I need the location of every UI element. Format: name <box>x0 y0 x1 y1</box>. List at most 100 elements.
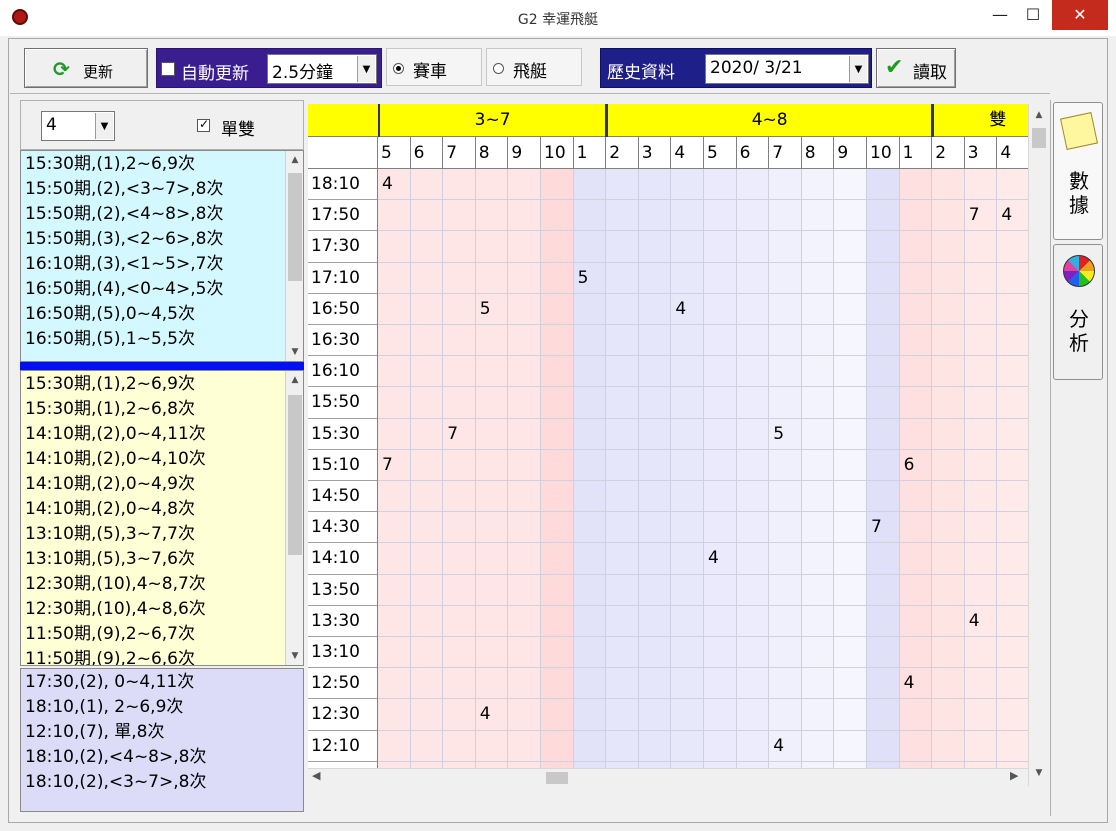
list-item[interactable]: 12:30期,(10),4~8,7次 <box>25 572 206 597</box>
close-button[interactable]: ✕ <box>1052 0 1108 30</box>
scroll-thumb[interactable] <box>1032 128 1046 148</box>
radio-car[interactable] <box>393 63 404 74</box>
list-item[interactable]: 15:30期,(1),2~6,9次 <box>25 152 195 177</box>
list-item[interactable]: 12:30期,(10),4~8,6次 <box>25 597 206 622</box>
interval-select[interactable]: 2.5分鐘 ▼ <box>267 54 377 84</box>
grid-cell-value[interactable]: 6 <box>900 450 933 481</box>
list-item[interactable]: 18:10,(2),<4~8>,8次 <box>25 745 206 770</box>
column-header[interactable]: 1 <box>573 137 607 169</box>
column-header[interactable]: 6 <box>736 137 770 169</box>
scroll-thumb[interactable] <box>288 395 302 555</box>
grid-cell-value[interactable]: 5 <box>769 419 802 450</box>
scroll-down-icon[interactable]: ▼ <box>286 347 303 357</box>
grid-cell-value[interactable]: 4 <box>704 543 737 574</box>
scroll-thumb[interactable] <box>288 173 302 281</box>
list-item[interactable]: 15:50期,(3),<2~6>,8次 <box>25 227 223 252</box>
cyan-list-scrollbar[interactable]: ▲ ▼ <box>285 151 303 361</box>
grid-cell-value[interactable]: 4 <box>671 294 704 325</box>
tab-data[interactable]: 數據 <box>1053 102 1103 240</box>
list-item[interactable]: 17:30,(2), 0~4,11次 <box>25 670 194 695</box>
lavender-result-list[interactable]: 18:10,(2),<3~7>,8次 18:10,(2),<4~8>,8次 12:1… <box>20 668 304 812</box>
list-item[interactable]: 18:10,(2),<3~7>,8次 <box>25 770 206 795</box>
column-header[interactable]: 10 <box>541 137 574 169</box>
maximize-button[interactable]: ☐ <box>1018 0 1048 30</box>
grid-cell-value[interactable]: 4 <box>900 668 933 699</box>
yellow-list-scrollbar[interactable]: ▲ ▼ <box>285 371 303 665</box>
grid-cell-value[interactable]: 4 <box>378 169 411 200</box>
column-header[interactable]: 7 <box>443 137 476 169</box>
history-date-picker[interactable]: 2020/ 3/21 ▼ <box>705 54 869 84</box>
chevron-down-icon[interactable]: ▼ <box>849 56 867 82</box>
scroll-down-icon[interactable]: ▼ <box>286 651 303 661</box>
list-item[interactable]: 16:50期,(4),<0~4>,5次 <box>25 277 223 302</box>
column-header[interactable]: 3 <box>638 137 672 169</box>
grid-cell-value[interactable]: 7 <box>378 450 411 481</box>
yellow-result-list[interactable]: 11:50期,(9),2~6,6次 11:50期,(9),2~6,7次 12:30期… <box>20 370 304 666</box>
grid-cell-value[interactable]: 5 <box>476 294 509 325</box>
count-select[interactable]: 4 ▼ <box>41 111 115 141</box>
scroll-up-icon[interactable]: ▲ <box>1029 110 1049 120</box>
list-item[interactable]: 14:10期,(2),0~4,11次 <box>25 422 206 447</box>
column-header[interactable]: 6 <box>410 137 444 169</box>
minimize-button[interactable]: — <box>985 0 1015 30</box>
list-item[interactable]: 15:30期,(1),2~6,9次 <box>25 372 195 397</box>
column-header[interactable]: 8 <box>801 137 835 169</box>
refresh-button[interactable]: ⟳ 更新 <box>24 48 148 88</box>
auto-update-checkbox[interactable] <box>161 62 175 76</box>
column-header[interactable]: 2 <box>606 137 639 169</box>
grid-cell-value[interactable]: 7 <box>965 200 998 231</box>
radio-boat[interactable] <box>493 63 504 74</box>
list-divider[interactable] <box>20 362 304 370</box>
column-header[interactable]: 2 <box>932 137 965 169</box>
grid-cell-value[interactable]: 4 <box>769 731 802 762</box>
column-header[interactable]: 1 <box>899 137 933 169</box>
grid-horizontal-scrollbar[interactable]: ◀ ▶ <box>308 768 1028 786</box>
data-grid[interactable]: 18:10 4 17:50 7 4 17:30 17:10 5 16:50 5 4 16:30 16:1… <box>308 104 1028 768</box>
grid-cell-value[interactable]: 4 <box>476 699 509 730</box>
list-item[interactable]: 13:10期,(5),3~7,6次 <box>25 547 195 572</box>
column-header[interactable]: 5 <box>704 137 737 169</box>
chevron-down-icon[interactable]: ▼ <box>357 56 375 82</box>
grid-cell-value[interactable]: 4 <box>965 606 998 637</box>
column-header[interactable]: 4 <box>671 137 704 169</box>
list-item[interactable]: 15:50期,(2),<4~8>,8次 <box>25 202 223 227</box>
grid-cell-value[interactable]: 7 <box>867 512 900 543</box>
list-item[interactable]: 11:50期,(9),2~6,6次 <box>25 647 195 665</box>
list-item[interactable]: 13:10期,(5),3~7,7次 <box>25 522 195 547</box>
tab-analysis[interactable]: 分析 <box>1053 244 1103 380</box>
list-item[interactable]: 16:10期,(3),<1~5>,7次 <box>25 252 223 277</box>
list-item[interactable]: 18:10,(1), 2~6,9次 <box>25 695 183 720</box>
list-item[interactable]: 15:30期,(1),2~6,8次 <box>25 397 195 422</box>
grid-cell-value[interactable]: 4 <box>997 200 1028 231</box>
scroll-thumb[interactable] <box>546 772 568 784</box>
list-item[interactable]: 16:50期,(5),1~5,5次 <box>25 327 195 352</box>
column-header[interactable]: 8 <box>475 137 509 169</box>
chevron-down-icon[interactable]: ▼ <box>95 113 113 139</box>
list-item[interactable]: 14:10期,(2),0~4,10次 <box>25 447 206 472</box>
scroll-up-icon[interactable]: ▲ <box>286 155 303 165</box>
grid-cell-value[interactable]: 7 <box>443 419 476 450</box>
column-header[interactable]: 10 <box>867 137 900 169</box>
column-header[interactable]: 9 <box>834 137 867 169</box>
radio-boat-option[interactable]: 飛艇 <box>486 48 582 86</box>
list-item[interactable]: 14:10期,(2),0~4,8次 <box>25 497 195 522</box>
scroll-left-icon[interactable]: ◀ <box>312 769 320 782</box>
cyan-result-list[interactable]: 16:50期,(5),1~5,5次 16:50期,(5),0~4,5次 16:50期… <box>20 150 304 362</box>
list-item[interactable]: 12:10,(7), 單,8次 <box>25 720 165 745</box>
column-header[interactable]: 5 <box>378 137 411 169</box>
list-item[interactable]: 15:50期,(2),<3~7>,8次 <box>25 177 223 202</box>
list-item[interactable]: 11:50期,(9),2~6,7次 <box>25 622 195 647</box>
scroll-down-icon[interactable]: ▼ <box>1029 768 1049 778</box>
column-header[interactable]: 9 <box>508 137 541 169</box>
column-header[interactable]: 7 <box>769 137 802 169</box>
read-button[interactable]: ✔ 讀取 <box>876 48 956 88</box>
grid-cell-value[interactable]: 5 <box>574 263 607 294</box>
scroll-right-icon[interactable]: ▶ <box>1010 769 1018 782</box>
odd-even-checkbox[interactable]: ✓ <box>197 117 210 132</box>
radio-car-option[interactable]: 賽車 <box>386 48 482 86</box>
column-header[interactable]: 3 <box>964 137 998 169</box>
scroll-up-icon[interactable]: ▲ <box>286 375 303 385</box>
list-item[interactable]: 16:50期,(5),0~4,5次 <box>25 302 195 327</box>
column-header[interactable]: 4 <box>997 137 1028 169</box>
grid-vertical-scrollbar[interactable]: ▲ ▼ <box>1028 104 1048 786</box>
